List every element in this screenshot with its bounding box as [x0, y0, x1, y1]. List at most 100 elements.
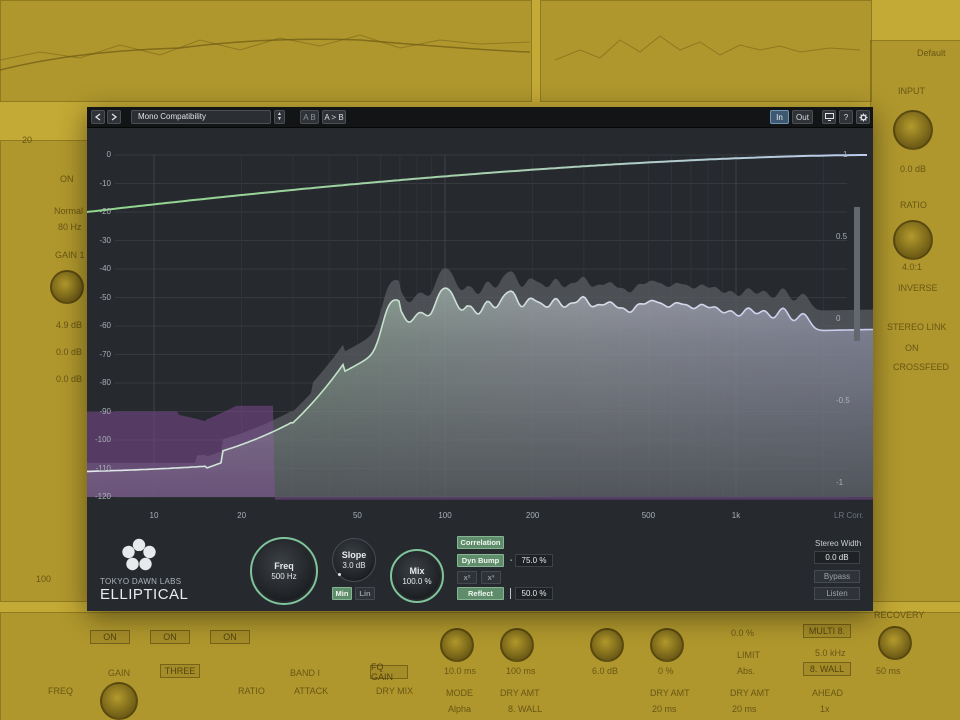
- freq-value: 500 Hz: [271, 572, 297, 581]
- bg-label: DRY AMT: [730, 688, 770, 698]
- spectrum-svg: [87, 154, 873, 500]
- bg-label: GAIN: [108, 668, 131, 678]
- chevron-down-icon[interactable]: ▼: [277, 117, 282, 122]
- bg-waveform: [0, 34, 861, 71]
- y-axis-label: -100: [94, 435, 111, 444]
- mix-knob[interactable]: Mix 100.0 %: [394, 553, 440, 599]
- bg-label: 4.0:1: [902, 262, 923, 272]
- back-button[interactable]: [91, 110, 105, 124]
- x3-button[interactable]: x³: [481, 571, 501, 584]
- y-axis-label: -40: [99, 264, 111, 273]
- x-axis-label: 20: [237, 511, 247, 520]
- y-axis-label: -90: [99, 406, 111, 416]
- y-axis-label: -70: [99, 349, 111, 359]
- y-axis-label: -120: [94, 492, 111, 501]
- arrow-right-icon: [111, 113, 118, 121]
- y-axis-label: -50: [99, 292, 111, 302]
- bg-label: MODE: [446, 688, 473, 698]
- correlation-axis-label: 0.5: [836, 232, 848, 241]
- bg-button: THREE: [160, 664, 200, 678]
- preset-stepper[interactable]: ▲ ▼: [274, 110, 285, 124]
- toolbar: Mono Compatibility ▲ ▼ A B A > B In Out ?: [87, 107, 873, 128]
- input-monitor-button[interactable]: In: [770, 110, 789, 124]
- ab-toggle-button[interactable]: A B: [300, 110, 319, 124]
- correlation-meter-bar: [854, 207, 860, 341]
- bg-label: 10.0 ms: [444, 666, 477, 676]
- x-axis-label: 1k: [731, 511, 741, 520]
- freq-knob[interactable]: Freq 500 Hz: [254, 541, 314, 601]
- mix-label: Mix: [409, 566, 425, 576]
- display-button[interactable]: [822, 110, 836, 124]
- linear-phase-button[interactable]: Lin: [355, 587, 375, 600]
- stereo-width-label: Stereo Width: [815, 539, 862, 548]
- correlation-axis-title: LR Corr.: [834, 511, 864, 520]
- arrow-left-icon: [94, 113, 101, 121]
- dyn-bump-value[interactable]: 75.0 %: [515, 554, 553, 567]
- y-axis-label: -30: [99, 235, 111, 245]
- stereo-width-value[interactable]: 0.0 dB: [814, 551, 860, 564]
- bg-label: RATIO: [238, 686, 265, 696]
- bg-label: ON: [905, 343, 919, 353]
- bg-button: ON: [90, 630, 130, 644]
- bg-label: 1x: [820, 704, 830, 714]
- bg-knob: [893, 220, 933, 260]
- bg-label: 0.0 dB: [56, 374, 83, 384]
- x-axis-label: 200: [525, 511, 540, 520]
- bg-knob: [893, 110, 933, 150]
- dyn-bump-button[interactable]: Dyn Bump: [457, 554, 504, 567]
- bg-label: 0 %: [658, 666, 674, 676]
- output-monitor-button[interactable]: Out: [792, 110, 813, 124]
- bg-label: STEREO LINK: [887, 322, 947, 332]
- bg-label: DRY AMT: [650, 688, 690, 698]
- bypass-button[interactable]: Bypass: [814, 570, 860, 583]
- bg-label: Normal: [54, 206, 84, 216]
- freq-label: Freq: [274, 561, 294, 571]
- bg-label: BAND I: [290, 668, 321, 678]
- bg-button: ON: [150, 630, 190, 644]
- slope-knob-indicator: [338, 573, 341, 576]
- min-phase-button[interactable]: Min: [332, 587, 352, 600]
- slope-value: 3.0 dB: [342, 561, 366, 570]
- bg-knob: [100, 682, 138, 720]
- forward-button[interactable]: [107, 110, 121, 124]
- monitor-icon: [824, 113, 834, 121]
- bg-label: 5.0 kHz: [815, 648, 846, 658]
- product-name: ELLIPTICAL: [100, 586, 189, 603]
- bg-label: CROSSFEED: [893, 362, 950, 372]
- listen-button[interactable]: Listen: [814, 587, 860, 600]
- bg-knob: [440, 628, 474, 662]
- reflect-value[interactable]: 50.0 %: [515, 587, 553, 600]
- bg-label: LIMIT: [737, 650, 761, 660]
- spectrum-display[interactable]: 0 -10 -20 -30 -40 -50 -60 -70 -80 -90 -100 -110 -120…: [87, 128, 873, 520]
- mix-value: 100.0 %: [402, 577, 432, 586]
- x-axis-label: 100: [438, 511, 452, 520]
- bg-label: RECOVERY: [874, 610, 925, 620]
- bg-knob: [50, 270, 84, 304]
- bg-knob: [590, 628, 624, 662]
- bg-label: Abs.: [737, 666, 756, 676]
- bg-label: 100: [36, 574, 52, 584]
- bg-label: DRY AMT: [500, 688, 540, 698]
- correlation-axis-label: -1: [836, 478, 844, 487]
- settings-button[interactable]: [856, 110, 870, 124]
- bg-label: RATIO: [900, 200, 927, 210]
- dyn-bump-dot-icon: ▪: [510, 558, 513, 564]
- bg-label: 50 ms: [876, 666, 901, 676]
- bg-label: 0.0 dB: [56, 347, 83, 357]
- bg-label: FREQ: [48, 686, 74, 696]
- bg-label: 20: [22, 135, 33, 145]
- x2-button[interactable]: x²: [457, 571, 477, 584]
- bg-label: 100 ms: [506, 666, 536, 676]
- bg-button: ON: [210, 630, 250, 644]
- bg-label: ON: [60, 174, 74, 184]
- elliptical-plugin-window: Mono Compatibility ▲ ▼ A B A > B In Out ?: [87, 107, 873, 611]
- correlation-button[interactable]: Correlation: [457, 536, 504, 549]
- y-axis-label: -110: [95, 463, 111, 473]
- reflect-button[interactable]: Reflect: [457, 587, 504, 600]
- bg-label: GAIN 1: [55, 250, 85, 260]
- ab-copy-button[interactable]: A > B: [322, 110, 346, 124]
- help-button[interactable]: ?: [839, 110, 853, 124]
- preset-selector[interactable]: Mono Compatibility: [131, 110, 271, 124]
- y-axis-label: -60: [99, 321, 111, 330]
- y-axis-label: 0: [106, 150, 111, 159]
